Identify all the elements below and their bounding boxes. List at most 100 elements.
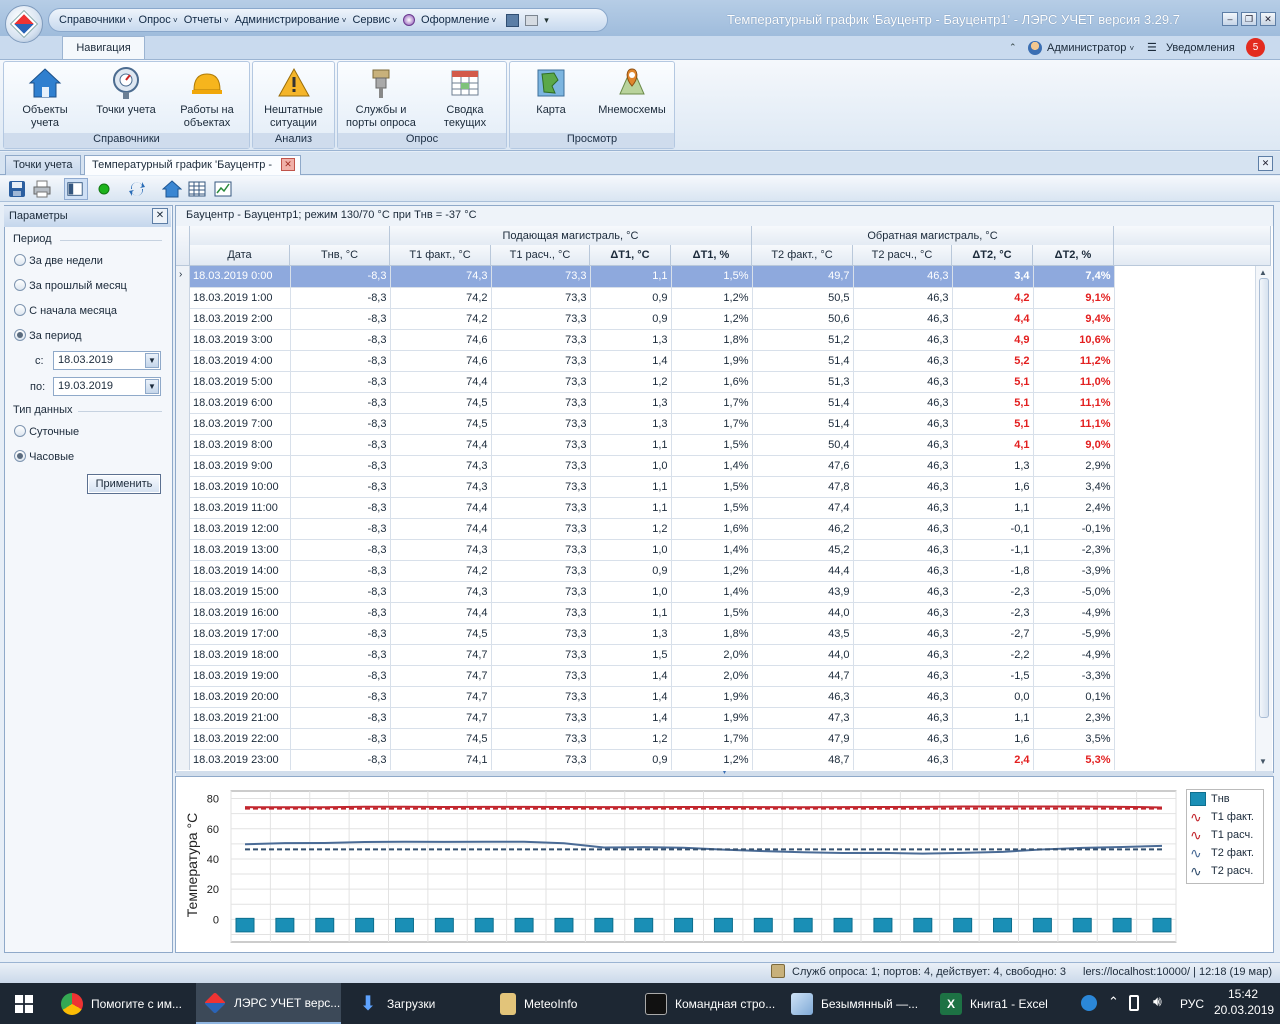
- cell-dt2-pct[interactable]: 9,1%: [1033, 287, 1115, 309]
- cell-tnv[interactable]: -8,3: [290, 497, 391, 519]
- cell-t1-fact[interactable]: 74,4: [390, 518, 492, 540]
- save-quick-icon[interactable]: [506, 13, 520, 27]
- tab-temperature-graph[interactable]: Температурный график 'Бауцентр -: [84, 155, 301, 175]
- cell-dt2-pct[interactable]: 11,1%: [1033, 392, 1115, 414]
- cell-t1-calc[interactable]: 73,3: [491, 413, 591, 435]
- cell-dt1[interactable]: 1,3: [590, 392, 672, 414]
- cell-tnv[interactable]: -8,3: [290, 560, 391, 582]
- cell-dt1-pct[interactable]: 1,9%: [671, 686, 753, 708]
- close-button[interactable]: ✕: [1260, 12, 1276, 26]
- table-row[interactable]: 18.03.2019 2:00 -8,3 74,2 73,3 0,9 1,2% 50,6 46…: [190, 308, 1115, 330]
- cell-t2-fact[interactable]: 44,7: [752, 665, 854, 687]
- taskbar-item-chrome[interactable]: Помогите с им...: [53, 983, 193, 1024]
- cell-dt1-pct[interactable]: 2,0%: [671, 644, 753, 666]
- cell-dt2[interactable]: -2,3: [952, 602, 1034, 624]
- scroll-down-icon[interactable]: ▼: [1259, 757, 1267, 766]
- cell-dt1-pct[interactable]: 1,4%: [671, 539, 753, 561]
- table-row[interactable]: 18.03.2019 7:00 -8,3 74,5 73,3 1,3 1,7% 51,4 46…: [190, 413, 1115, 435]
- cell-t2-fact[interactable]: 51,4: [752, 350, 854, 372]
- cell-dt2-pct[interactable]: -3,9%: [1033, 560, 1115, 582]
- cell-t1-calc[interactable]: 73,3: [491, 350, 591, 372]
- cell-t2-fact[interactable]: 47,6: [752, 455, 854, 477]
- cell-dt1-pct[interactable]: 1,6%: [671, 371, 753, 393]
- cell-dt1-pct[interactable]: 1,9%: [671, 707, 753, 729]
- cell-t1-calc[interactable]: 73,3: [491, 644, 591, 666]
- cell-dt2[interactable]: 1,6: [952, 728, 1034, 750]
- cell-t1-calc[interactable]: 73,3: [491, 728, 591, 750]
- points-button[interactable]: Точки учета: [88, 66, 164, 117]
- cell-tnv[interactable]: -8,3: [290, 686, 391, 708]
- radio-daily[interactable]: Суточные: [14, 425, 79, 440]
- radio-last-month[interactable]: За прошлый месяц: [14, 279, 127, 294]
- chevron-down-icon[interactable]: ▼: [145, 379, 159, 394]
- cell-dt1[interactable]: 1,3: [590, 623, 672, 645]
- cell-dt1[interactable]: 0,9: [590, 287, 672, 309]
- cell-t2-calc[interactable]: 46,3: [853, 581, 953, 603]
- cell-date[interactable]: 18.03.2019 14:00: [190, 560, 291, 582]
- cell-t1-fact[interactable]: 74,5: [390, 623, 492, 645]
- cell-dt1[interactable]: 0,9: [590, 308, 672, 330]
- cell-t1-fact[interactable]: 74,5: [390, 728, 492, 750]
- cell-t2-calc[interactable]: 46,3: [853, 329, 953, 351]
- cell-date[interactable]: 18.03.2019 13:00: [190, 539, 291, 561]
- table-row[interactable]: 18.03.2019 13:00 -8,3 74,3 73,3 1,0 1,4% 45,2 4…: [190, 539, 1115, 561]
- current-summary-button[interactable]: Сводка текущих: [430, 66, 500, 130]
- taskbar-item-paint[interactable]: Безымянный —...: [783, 983, 928, 1024]
- cell-date[interactable]: 18.03.2019 23:00: [190, 749, 291, 770]
- radio-two-weeks[interactable]: За две недели: [14, 254, 103, 269]
- cell-dt2[interactable]: 1,3: [952, 455, 1034, 477]
- table-row[interactable]: 18.03.2019 6:00 -8,3 74,5 73,3 1,3 1,7% 51,4 46…: [190, 392, 1115, 414]
- services-ports-button[interactable]: Службы и порты опроса: [341, 66, 421, 130]
- minimize-button[interactable]: –: [1222, 12, 1238, 26]
- cell-t2-calc[interactable]: 46,3: [853, 476, 953, 498]
- refresh-icon[interactable]: [127, 179, 147, 199]
- cell-tnv[interactable]: -8,3: [290, 350, 391, 372]
- cell-dt2-pct[interactable]: 2,9%: [1033, 455, 1115, 477]
- cell-t2-calc[interactable]: 46,3: [853, 434, 953, 456]
- cell-t2-calc[interactable]: 46,3: [853, 518, 953, 540]
- cell-dt1[interactable]: 1,1: [590, 476, 672, 498]
- col-dt2[interactable]: ΔТ2, °С: [952, 245, 1033, 266]
- cell-dt1[interactable]: 1,0: [590, 581, 672, 603]
- cell-dt2[interactable]: 0,0: [952, 686, 1034, 708]
- cell-dt2[interactable]: 5,1: [952, 413, 1034, 435]
- cell-dt2[interactable]: 1,6: [952, 476, 1034, 498]
- restore-button[interactable]: ❐: [1241, 12, 1257, 26]
- menu-otchety[interactable]: Отчеты: [184, 14, 229, 26]
- cell-t2-calc[interactable]: 46,3: [853, 371, 953, 393]
- table-row[interactable]: 18.03.2019 20:00 -8,3 74,7 73,3 1,4 1,9% 46,3 4…: [190, 686, 1115, 708]
- cell-t2-calc[interactable]: 46,3: [853, 707, 953, 729]
- cell-t1-fact[interactable]: 74,2: [390, 560, 492, 582]
- cell-t1-fact[interactable]: 74,3: [390, 581, 492, 603]
- cell-tnv[interactable]: -8,3: [290, 623, 391, 645]
- cell-dt2-pct[interactable]: 9,4%: [1033, 308, 1115, 330]
- cell-t2-fact[interactable]: 50,4: [752, 434, 854, 456]
- tray-expand-icon[interactable]: ⌃: [1108, 994, 1119, 1010]
- cell-dt2-pct[interactable]: 9,0%: [1033, 434, 1115, 456]
- cell-dt1-pct[interactable]: 1,7%: [671, 392, 753, 414]
- cell-t1-calc[interactable]: 73,3: [491, 749, 591, 770]
- cell-dt2[interactable]: 4,9: [952, 329, 1034, 351]
- cell-t2-calc[interactable]: 46,3: [853, 686, 953, 708]
- table-row[interactable]: 18.03.2019 14:00 -8,3 74,2 73,3 0,9 1,2% 44,4 4…: [190, 560, 1115, 582]
- cell-t1-fact[interactable]: 74,7: [390, 644, 492, 666]
- notification-count-badge[interactable]: 5: [1246, 38, 1265, 57]
- cell-t1-calc[interactable]: 73,3: [491, 707, 591, 729]
- cell-t1-fact[interactable]: 74,4: [390, 602, 492, 624]
- cell-date[interactable]: 18.03.2019 15:00: [190, 581, 291, 603]
- legend-item[interactable]: Тнв: [1187, 790, 1263, 808]
- table-row[interactable]: 18.03.2019 9:00 -8,3 74,3 73,3 1,0 1,4% 47,6 46…: [190, 455, 1115, 477]
- cell-t1-calc[interactable]: 73,3: [491, 392, 591, 414]
- cell-dt2[interactable]: 2,4: [952, 749, 1034, 770]
- cell-t1-fact[interactable]: 74,3: [390, 455, 492, 477]
- taskbar-item-meteoinfo[interactable]: MeteoInfo: [492, 983, 632, 1024]
- table-row[interactable]: 18.03.2019 15:00 -8,3 74,3 73,3 1,0 1,4% 43,9 4…: [190, 581, 1115, 603]
- cell-t1-fact[interactable]: 74,6: [390, 329, 492, 351]
- cell-dt2[interactable]: 3,4: [952, 266, 1034, 288]
- collapse-ribbon-icon[interactable]: ⌃: [1009, 42, 1017, 53]
- chart-view-icon[interactable]: [213, 179, 233, 199]
- close-params-icon[interactable]: ✕: [152, 208, 168, 224]
- cell-tnv[interactable]: -8,3: [290, 476, 391, 498]
- cell-date[interactable]: 18.03.2019 16:00: [190, 602, 291, 624]
- table-row[interactable]: 18.03.2019 5:00 -8,3 74,4 73,3 1,2 1,6% 51,3 46…: [190, 371, 1115, 393]
